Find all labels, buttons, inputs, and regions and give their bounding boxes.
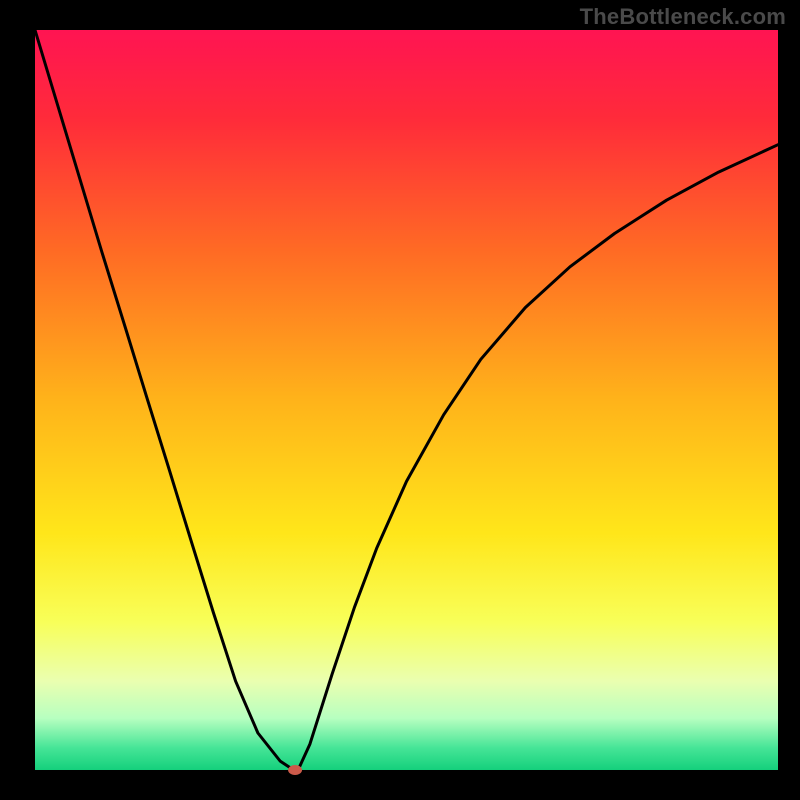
chart-frame: TheBottleneck.com [0, 0, 800, 800]
chart-svg [0, 0, 800, 800]
minimum-marker [288, 765, 302, 775]
watermark-text: TheBottleneck.com [580, 4, 786, 30]
